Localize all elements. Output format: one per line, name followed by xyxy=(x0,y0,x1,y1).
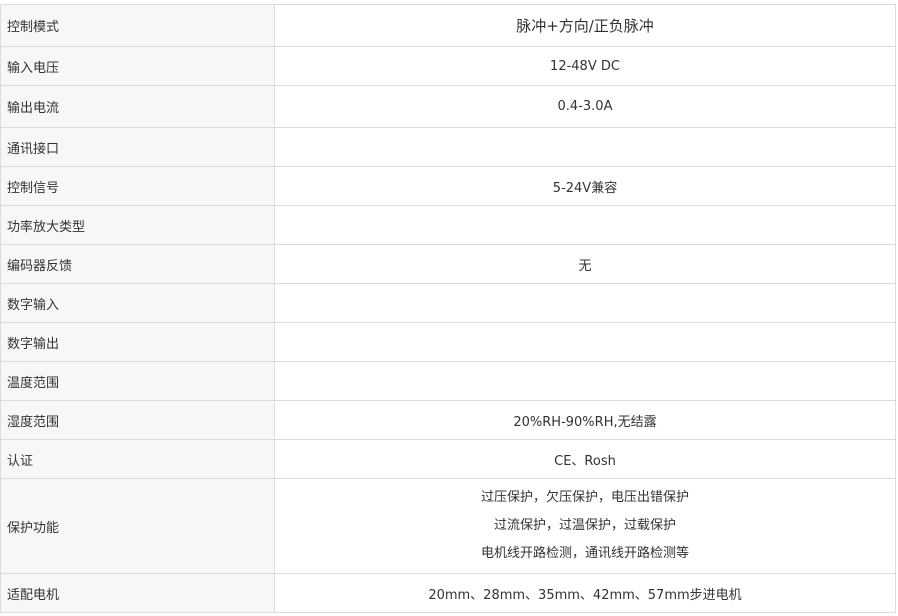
row-label: 温度范围 xyxy=(0,361,275,401)
row-label: 功率放大类型 xyxy=(0,205,275,245)
row-value: 20%RH-90%RH,无结露 xyxy=(274,400,896,440)
row-label: 控制信号 xyxy=(0,166,275,206)
protection-line: 电机线开路检测，通讯线开路检测等 xyxy=(480,546,689,561)
table-row: 输入电压 12-48V DC xyxy=(0,46,896,86)
table-row: 数字输出 xyxy=(0,322,896,362)
row-label: 保护功能 xyxy=(0,478,275,574)
row-value: 12-48V DC xyxy=(274,46,896,86)
row-value: 5-24V兼容 xyxy=(274,166,896,206)
row-value: 过压保护，欠压保护，电压出错保护 过流保护，过温保护，过载保护 电机线开路检测，… xyxy=(274,478,896,574)
table-row: 功率放大类型 xyxy=(0,205,896,245)
table-row: 数字输入 xyxy=(0,283,896,323)
table-row: 认证 CE、Rosh xyxy=(0,439,896,479)
row-label: 湿度范围 xyxy=(0,400,275,440)
row-value: 0.4-3.0A xyxy=(274,85,896,128)
row-value xyxy=(274,205,896,245)
row-value xyxy=(274,127,896,167)
row-value: CE、Rosh xyxy=(274,439,896,479)
row-label: 编码器反馈 xyxy=(0,244,275,284)
row-value xyxy=(274,322,896,362)
table-row: 输出电流 0.4-3.0A xyxy=(0,85,896,128)
row-label: 输出电流 xyxy=(0,85,275,128)
spec-table: 控制模式 脉冲+方向/正负脉冲 输入电压 12-48V DC 输出电流 0.4-… xyxy=(0,4,896,613)
table-row: 湿度范围 20%RH-90%RH,无结露 xyxy=(0,400,896,440)
table-row: 编码器反馈 无 xyxy=(0,244,896,284)
row-label: 认证 xyxy=(0,439,275,479)
table-row: 控制信号 5-24V兼容 xyxy=(0,166,896,206)
table-row: 温度范围 xyxy=(0,361,896,401)
row-label: 数字输出 xyxy=(0,322,275,362)
protection-line: 过压保护，欠压保护，电压出错保护 xyxy=(480,490,689,505)
row-value: 20mm、28mm、35mm、42mm、57mm步进电机 xyxy=(274,573,896,613)
table-row: 通讯接口 xyxy=(0,127,896,167)
table-row: 控制模式 脉冲+方向/正负脉冲 xyxy=(0,4,896,47)
row-label: 控制模式 xyxy=(0,4,275,47)
row-value xyxy=(274,361,896,401)
row-value: 无 xyxy=(274,244,896,284)
row-value xyxy=(274,283,896,323)
row-label: 输入电压 xyxy=(0,46,275,86)
protection-line: 过流保护，过温保护，过载保护 xyxy=(493,518,676,533)
table-row: 保护功能 过压保护，欠压保护，电压出错保护 过流保护，过温保护，过载保护 电机线… xyxy=(0,478,896,574)
row-label: 适配电机 xyxy=(0,573,275,613)
row-label: 数字输入 xyxy=(0,283,275,323)
row-value: 脉冲+方向/正负脉冲 xyxy=(274,4,896,47)
row-label: 通讯接口 xyxy=(0,127,275,167)
table-row: 适配电机 20mm、28mm、35mm、42mm、57mm步进电机 xyxy=(0,573,896,613)
